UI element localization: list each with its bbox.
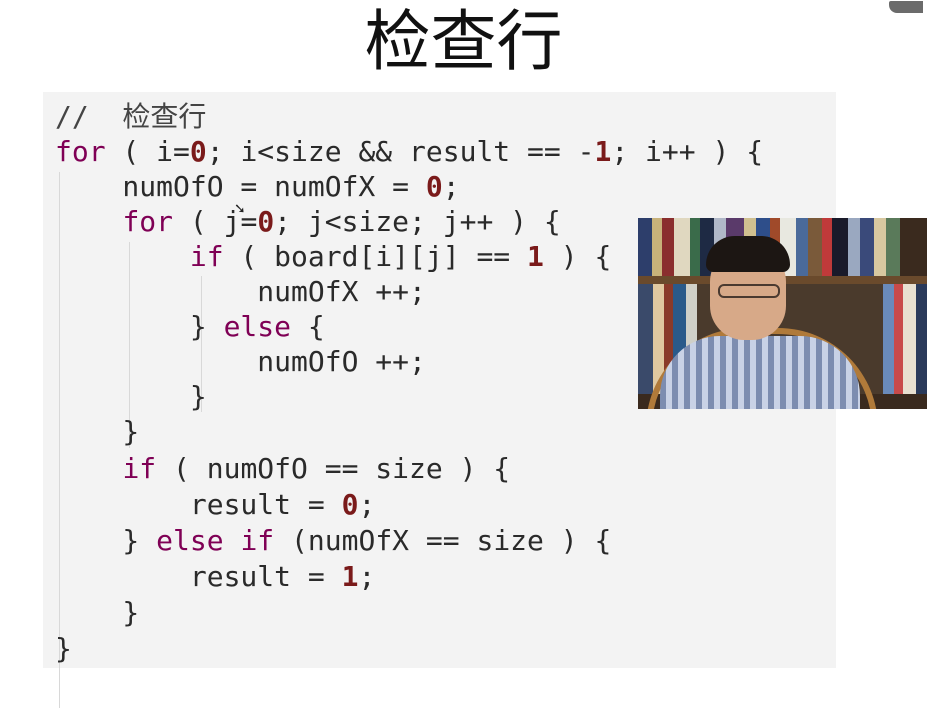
code-line-comment: // 检查行 [55,100,206,134]
code-line: } [55,596,140,629]
glasses-icon [718,284,780,298]
code-line: } [55,632,72,665]
code-line: numOfX ++; [55,275,426,308]
code-line: numOfO ++; [55,345,426,378]
mouse-cursor-icon: ➘ [234,201,246,217]
code-line: result = 1; [55,560,376,593]
code-line: for ( j=0; j<size; j++ ) { [122,205,561,238]
code-line: result = 0; [55,488,376,521]
corner-logo [795,0,927,14]
code-line: if ( board[i][j] == 1 ) { [189,240,612,273]
comment-text: // 检查行 [55,100,207,133]
code-line: numOfO = numOfX = 0; [55,170,460,203]
code-line: } [55,415,140,448]
logo-mark-icon [889,1,923,13]
code-line: } else { [55,310,325,343]
presenter-video[interactable] [638,218,927,409]
code-line: if ( numOfO == size ) { [122,452,511,485]
slide-title: 检查行 [364,3,563,80]
code-line: for ( i=0; i<size && result == -1; i++ )… [55,135,764,168]
code-line: } [55,380,207,413]
code-line: } else if (numOfX == size ) { [55,524,612,557]
presenter-hair [706,236,790,272]
presenter-shirt [660,336,860,409]
